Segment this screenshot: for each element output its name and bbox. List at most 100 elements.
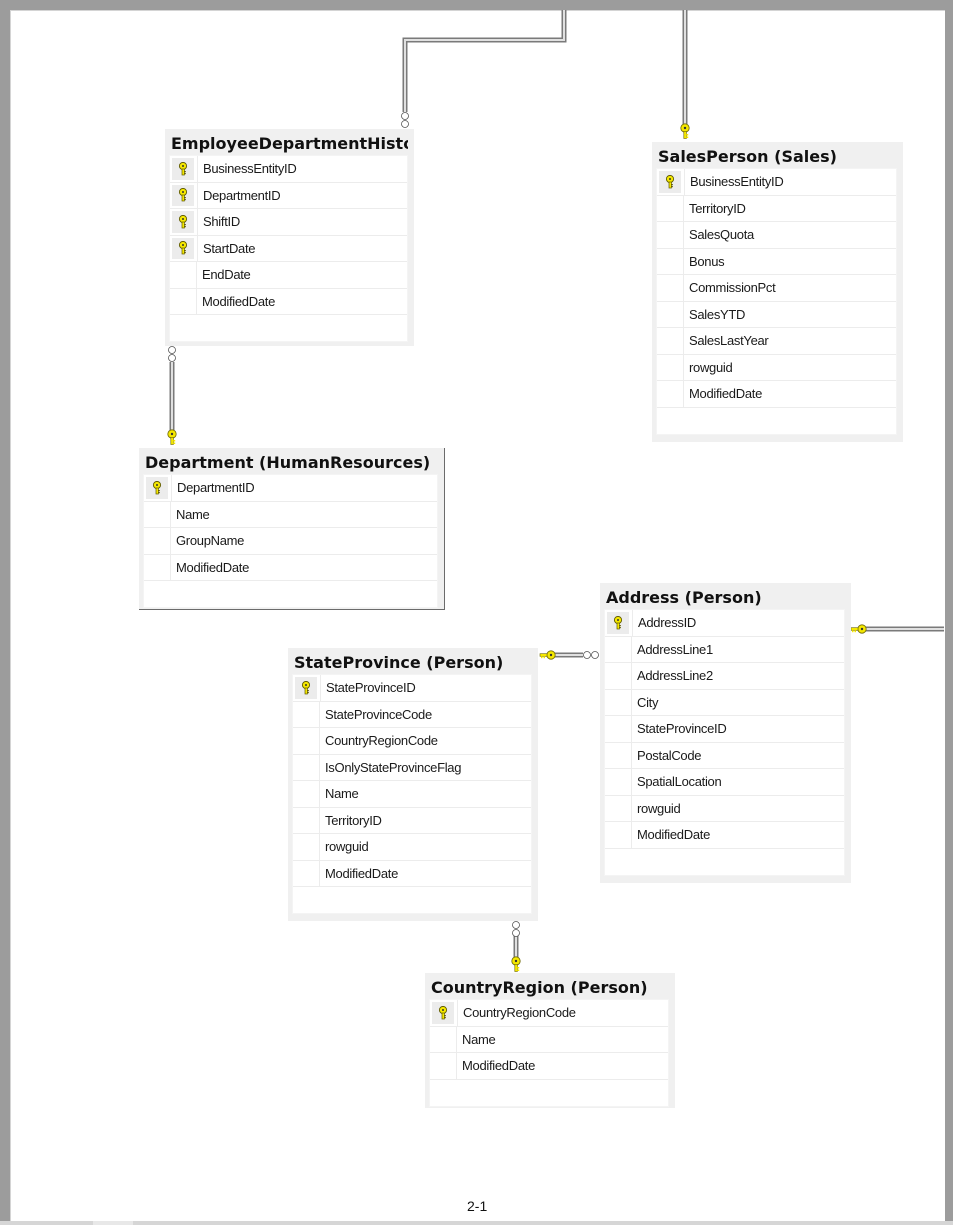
column-row[interactable]: StartDate (170, 235, 407, 262)
column-row[interactable]: ModifiedDate (657, 381, 896, 408)
column-name: SalesYTD (689, 306, 746, 322)
empty-row (605, 849, 844, 875)
table-country-region[interactable]: CountryRegion (Person) CountryRegionCode… (425, 973, 675, 1108)
column-row[interactable]: StateProvinceID (605, 716, 844, 743)
table-title: Address (Person) (606, 588, 762, 607)
column-name: ModifiedDate (202, 293, 275, 309)
column-row[interactable]: ModifiedDate (430, 1053, 668, 1080)
column-name: ModifiedDate (637, 827, 710, 842)
key-cell (293, 728, 320, 754)
column-row[interactable]: CountryRegionCode (293, 728, 531, 755)
column-row[interactable]: BusinessEntityID (170, 156, 407, 183)
column-name: rowguid (325, 839, 369, 854)
column-row[interactable]: ModifiedDate (144, 554, 437, 581)
primary-key-icon (172, 158, 194, 180)
column-row[interactable]: AddressLine1 (605, 636, 844, 663)
key-cell (657, 222, 684, 248)
column-row[interactable]: Name (293, 781, 531, 808)
column-row[interactable]: GroupName (144, 528, 437, 555)
column-name: CommissionPct (689, 280, 776, 295)
column-name: ModifiedDate (325, 865, 398, 881)
table-address[interactable]: Address (Person) AddressID AddressLine1 Ad… (600, 583, 851, 883)
table-state-province[interactable]: StateProvince (Person) StateProvinceID St… (288, 648, 538, 921)
key-cell (605, 795, 632, 821)
empty-row (293, 887, 531, 913)
column-row[interactable]: ModifiedDate (170, 288, 407, 315)
column-name: TerritoryID (689, 200, 746, 216)
key-cell (144, 528, 171, 554)
column-row[interactable]: EndDate (170, 262, 407, 289)
column-row[interactable]: DepartmentID (144, 475, 437, 502)
key-cell (293, 781, 320, 807)
column-row[interactable]: TerritoryID (657, 195, 896, 222)
column-row[interactable]: SalesLastYear (657, 328, 896, 355)
key-cell (605, 769, 632, 795)
column-row[interactable]: SpatialLocation (605, 769, 844, 796)
column-row[interactable]: AddressLine2 (605, 663, 844, 690)
column-row[interactable]: TerritoryID (293, 807, 531, 834)
key-cell (657, 301, 684, 327)
column-row[interactable]: PostalCode (605, 742, 844, 769)
column-row[interactable]: rowguid (605, 795, 844, 822)
column-list: BusinessEntityID DepartmentID ShiftID Start… (169, 155, 408, 342)
column-list: BusinessEntityID TerritoryID SalesQuota Bon… (656, 168, 897, 435)
table-title: Department (HumanResources) (145, 453, 431, 472)
key-cell (605, 689, 632, 715)
column-name: ShiftID (197, 209, 240, 235)
key-cell (657, 381, 684, 407)
primary-key-icon (172, 237, 194, 259)
key-cell (293, 807, 320, 833)
column-row[interactable]: DepartmentID (170, 182, 407, 209)
column-name: DepartmentID (171, 475, 255, 501)
column-name: SalesLastYear (689, 333, 769, 348)
column-row[interactable]: StateProvinceID (293, 675, 531, 702)
column-name: ModifiedDate (176, 559, 249, 575)
column-row[interactable]: IsOnlyStateProvinceFlag (293, 754, 531, 781)
column-name: BusinessEntityID (197, 156, 297, 182)
table-title: StateProvince (Person) (294, 653, 504, 672)
column-row[interactable]: rowguid (293, 834, 531, 861)
column-name: AddressLine2 (637, 668, 713, 683)
key-cell (605, 822, 632, 848)
column-row[interactable]: SalesYTD (657, 301, 896, 328)
column-row[interactable]: ModifiedDate (293, 860, 531, 887)
page-number: 2-1 (467, 1198, 488, 1214)
column-name: StateProvinceID (320, 675, 416, 701)
horizontal-scrollbar[interactable] (0, 1221, 953, 1225)
table-title: CountryRegion (Person) (431, 978, 648, 997)
column-row[interactable]: AddressID (605, 610, 844, 637)
table-department[interactable]: Department (HumanResources) DepartmentID… (139, 448, 445, 610)
key-cell (605, 663, 632, 689)
key-cell (657, 354, 684, 380)
empty-row (657, 408, 896, 434)
scrollbar-thumb[interactable] (93, 1221, 133, 1225)
column-row[interactable]: BusinessEntityID (657, 169, 896, 196)
key-cell (605, 716, 632, 742)
column-row[interactable]: CountryRegionCode (430, 1000, 668, 1027)
column-row[interactable]: City (605, 689, 844, 716)
key-cell (293, 860, 320, 886)
primary-key-icon (172, 184, 194, 206)
column-row[interactable]: StateProvinceCode (293, 701, 531, 728)
column-name: GroupName (176, 533, 245, 548)
column-row[interactable]: SalesQuota (657, 222, 896, 249)
table-sales-person[interactable]: SalesPerson (Sales) BusinessEntityID Terr… (652, 142, 903, 442)
column-row[interactable]: ModifiedDate (605, 822, 844, 849)
column-row[interactable]: Name (144, 501, 437, 528)
column-list: DepartmentID Name GroupName ModifiedDate (143, 474, 438, 608)
column-row[interactable]: CommissionPct (657, 275, 896, 302)
column-list: AddressID AddressLine1 AddressLine2 City Sta… (604, 609, 845, 876)
table-employee-department-history[interactable]: EmployeeDepartmentHistor BusinessEntityI… (165, 129, 414, 346)
column-list: CountryRegionCode Name ModifiedDate (429, 999, 669, 1107)
column-name: CountryRegionCode (325, 733, 438, 748)
key-cell (657, 328, 684, 354)
primary-key-icon (659, 171, 681, 193)
column-row[interactable]: ShiftID (170, 209, 407, 236)
column-row[interactable]: Name (430, 1026, 668, 1053)
table-title: SalesPerson (Sales) (658, 147, 837, 166)
empty-row (170, 315, 407, 341)
column-name: rowguid (637, 800, 681, 816)
column-name: StateProvinceCode (325, 706, 432, 722)
column-row[interactable]: Bonus (657, 248, 896, 275)
column-row[interactable]: rowguid (657, 354, 896, 381)
